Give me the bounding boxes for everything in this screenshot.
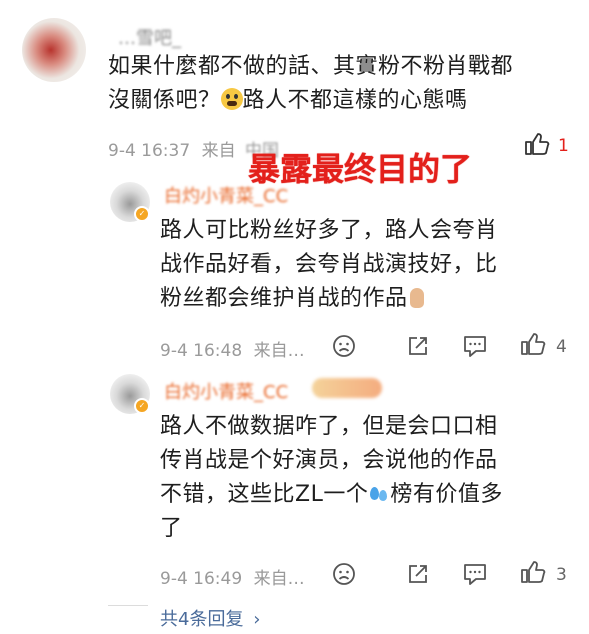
verified-badge-icon: ✓ (134, 206, 150, 222)
sweat-droplets-emoji (368, 484, 390, 504)
like-count: 3 (556, 565, 567, 585)
reply-text-line: 传肖战是个好演员，会说他的作品 (160, 448, 498, 473)
timestamp: 9-4 16:37 (108, 141, 191, 161)
dislike-button[interactable] (332, 334, 356, 358)
comment-text-segment: 沒關係吧？ (108, 88, 221, 113)
author-badge-icon (312, 378, 382, 398)
source-label: 来自… (253, 341, 305, 361)
share-icon (409, 565, 427, 583)
chevron-right-icon: › (253, 609, 261, 630)
divider (108, 605, 148, 606)
reply-text: 路人可比粉丝好多了，路人会夸肖 战作品好看，会夸肖战演技好，比 粉丝都会维护肖战… (160, 214, 580, 316)
reply-text-line: 路人不做数据咋了，但是会口口相 (160, 414, 498, 439)
comment-author[interactable]: …雪吧_ (118, 24, 181, 50)
dislike-button[interactable] (332, 562, 356, 586)
view-more-replies-link[interactable]: 共4条回复 › (160, 605, 260, 631)
reply-meta: 9-4 16:49 来自… (160, 564, 305, 589)
comment-text: 如果什麼都不做的話、其實粉不粉肖戰都 沒關係吧？ 路人不都這樣的心態嗎 (108, 50, 578, 118)
avatar[interactable] (22, 18, 86, 82)
reply-text-line: 了 (160, 516, 183, 541)
comment-button[interactable] (462, 562, 488, 586)
share-icon (409, 337, 427, 355)
ok-hand-emoji (409, 288, 424, 308)
thumbs-up-icon (521, 333, 546, 355)
comment-text-line: 沒關係吧？ 路人不都這樣的心態嗎 (108, 84, 578, 118)
reply-text-segment: 不错，这些比ZL一个 (160, 482, 369, 507)
reply-text-segment: 榜有价值多 (390, 482, 503, 507)
source-label: 来自… (253, 569, 305, 589)
fearful-face-emoji (220, 88, 243, 110)
frown-face-icon (333, 335, 355, 357)
like-count: 1 (558, 136, 569, 156)
reply-author[interactable]: 白灼小青菜_CC (164, 182, 288, 208)
comment-icon (464, 564, 486, 585)
reply-meta: 9-4 16:48 来自… (160, 336, 305, 361)
timestamp: 9-4 16:48 (160, 341, 243, 361)
comment-text-line: 如果什麼都不做的話、其實粉不粉肖戰都 (108, 54, 514, 79)
reply-text-line: 不错，这些比ZL一个 榜有价值多 (160, 478, 580, 512)
thumbs-up-icon (521, 561, 546, 583)
reply-text-line: 粉丝都会维护肖战的作品 (160, 282, 580, 316)
frown-face-icon (333, 563, 355, 585)
like-button[interactable] (520, 560, 546, 584)
reply-text: 路人不做数据咋了，但是会口口相 传肖战是个好演员，会说他的作品 不错，这些比ZL… (160, 410, 580, 546)
comment-icon (464, 336, 486, 357)
timestamp: 9-4 16:49 (160, 569, 243, 589)
share-button[interactable] (406, 334, 430, 358)
share-button[interactable] (406, 562, 430, 586)
reply-author[interactable]: 白灼小青菜_CC (164, 378, 288, 404)
thumbs-up-icon (525, 133, 550, 155)
source-label: 来自 (201, 141, 236, 161)
like-button[interactable] (520, 332, 546, 356)
like-count: 4 (556, 337, 567, 357)
reply-text-segment: 粉丝都会维护肖战的作品 (160, 286, 408, 311)
comment-text-segment: 路人不都這樣的心態嗎 (242, 88, 468, 113)
like-button[interactable] (524, 132, 550, 156)
reply-text-line: 路人可比粉丝好多了，路人会夸肖 (160, 218, 498, 243)
comment-button[interactable] (462, 334, 488, 358)
reply-text-line: 战作品好看，会夸肖战演技好，比 (160, 252, 498, 277)
verified-badge-icon: ✓ (134, 398, 150, 414)
more-replies-label: 共4条回复 (160, 609, 244, 630)
